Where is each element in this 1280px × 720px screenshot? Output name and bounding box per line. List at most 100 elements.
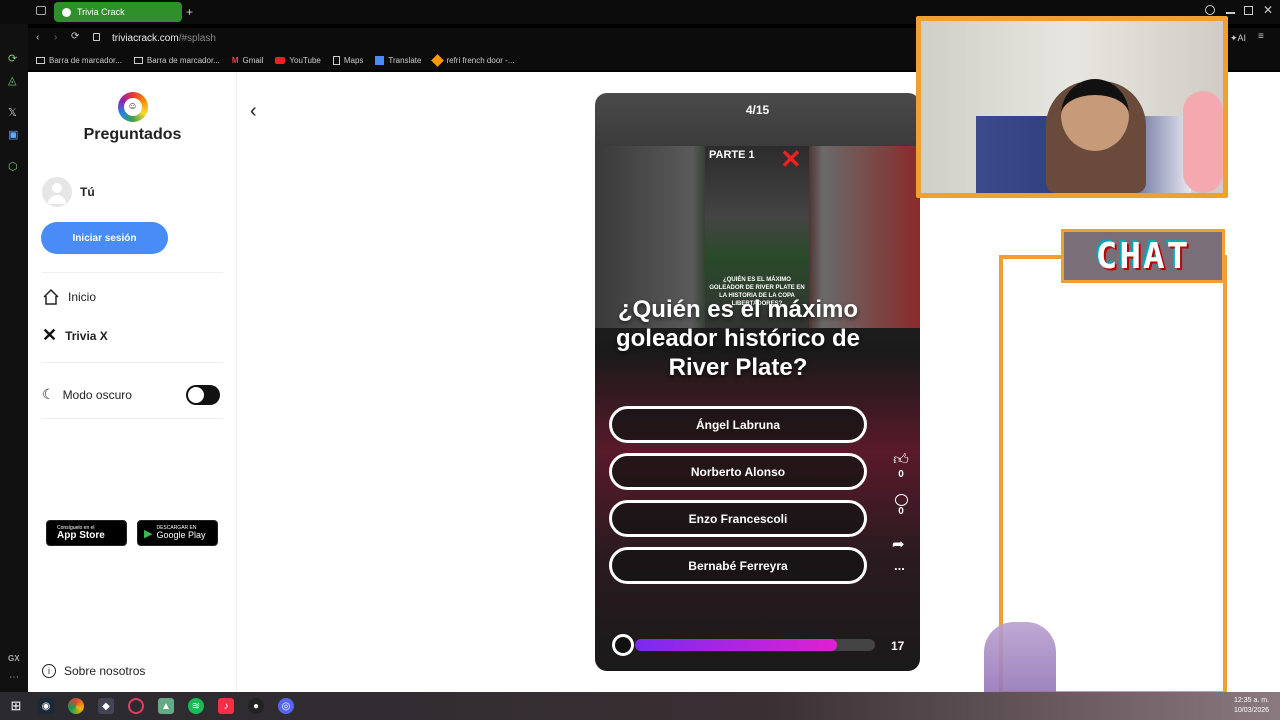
bookmark-label: Maps	[343, 55, 364, 65]
more-side-icon[interactable]: ⋯	[9, 672, 19, 683]
comment-icon	[894, 494, 908, 506]
bookmark-label: Translate	[388, 55, 422, 65]
answer-option[interactable]: Bernabé Ferreyra	[609, 547, 867, 584]
quiz-card: 4/15 PARTE 1 ✕ ¿QUIÉN ES EL MÁXIMO GOLEA…	[595, 93, 920, 671]
bookmark-item[interactable]: YouTube	[275, 55, 321, 65]
steam-icon[interactable]: ◉	[38, 698, 54, 714]
timer-icon	[612, 634, 634, 656]
url-path: /#splash	[178, 33, 216, 44]
user-profile[interactable]: Tú	[42, 177, 95, 207]
refresh-side-icon[interactable]: ⟳	[8, 52, 17, 65]
bookmark-item[interactable]: Barra de marcador...	[36, 56, 122, 65]
preguntados-logo[interactable]: ☺ Preguntados	[28, 92, 237, 144]
app-sidebar: ☺ Preguntados Tú Iniciar sesión Inicio ✕…	[28, 72, 237, 692]
folder-icon	[133, 56, 143, 64]
new-tab-button[interactable]: +	[186, 5, 193, 19]
aria-icon[interactable]: ◬	[8, 74, 16, 87]
about-label: Sobre nosotros	[64, 664, 146, 678]
login-button[interactable]: Iniciar sesión	[41, 222, 168, 254]
answer-option[interactable]: Enzo Francescoli	[609, 500, 867, 537]
reload-icon[interactable]: ⟳	[71, 31, 79, 42]
divider	[42, 272, 223, 273]
more-options-button[interactable]: ...	[894, 558, 905, 573]
answer-option[interactable]: Ángel Labruna	[609, 406, 867, 443]
page-icon	[332, 55, 340, 65]
obs-icon[interactable]: ●	[248, 698, 264, 714]
minimize-icon[interactable]	[1226, 12, 1235, 14]
x-side-icon[interactable]: 𝕏	[8, 106, 17, 119]
comment-button[interactable]: 0	[891, 494, 911, 517]
spotify-icon[interactable]: ≋	[188, 698, 204, 714]
google-play-badge[interactable]: ▶ DESCARGAR EN Google Play	[137, 520, 218, 546]
search-icon[interactable]	[1205, 5, 1215, 15]
tab-favicon-icon	[62, 7, 71, 17]
windows-start-icon[interactable]: ⊞	[8, 698, 24, 714]
like-button[interactable]: 👍︎ 0	[891, 451, 911, 480]
question-text: ¿Quién es el máximo goleador histórico d…	[615, 296, 861, 381]
like-count: 0	[898, 469, 904, 480]
back-chevron-icon[interactable]: ‹	[250, 100, 257, 123]
clock[interactable]: 12:35 a. m. 10/03/2026	[1234, 696, 1269, 716]
image-part-label: PARTE 1	[709, 149, 755, 161]
bookmark-label: refri french door -...	[446, 55, 515, 65]
avatar	[42, 177, 72, 207]
chrome-icon[interactable]	[68, 698, 84, 714]
close-icon[interactable]: ✕	[1263, 3, 1273, 17]
home-icon	[43, 288, 59, 305]
gx-icon[interactable]: GX	[8, 654, 20, 663]
answer-option[interactable]: Norberto Alonso	[609, 453, 867, 490]
tab-trivia-crack[interactable]: Trivia Crack	[54, 2, 182, 22]
folder-icon	[36, 56, 45, 64]
opera-gx-icon[interactable]	[128, 698, 144, 714]
nav-label: Inicio	[68, 290, 97, 304]
play-icon: ▶	[144, 527, 153, 540]
about-link[interactable]: i Sobre nosotros	[42, 664, 145, 678]
nav-item-trivia-x[interactable]: ✕ Trivia X	[42, 325, 108, 346]
info-icon: i	[42, 664, 56, 678]
forward-icon[interactable]: ›	[54, 32, 57, 43]
timer-track	[635, 639, 875, 651]
divider	[42, 362, 223, 363]
x-logo-icon: ✕	[42, 325, 58, 345]
nav-item-inicio[interactable]: Inicio	[42, 288, 96, 306]
moon-icon: ☾	[42, 386, 55, 402]
music-icon[interactable]: ♪	[218, 698, 234, 714]
bookmark-label: YouTube	[289, 55, 321, 65]
bookmark-item[interactable]: Translate	[375, 55, 422, 65]
webcam-head	[1061, 79, 1129, 151]
maximize-icon[interactable]	[1244, 6, 1253, 15]
chat-title-badge: CHAT	[1061, 229, 1225, 283]
dark-mode-label: Modo oscuro	[62, 387, 132, 402]
gmail-icon: M	[231, 55, 239, 65]
divider	[42, 418, 223, 419]
clock-date: 10/03/2026	[1234, 706, 1270, 714]
image-x-mark: ✕	[780, 144, 802, 174]
bookmark-item[interactable]: Barra de marcador...	[133, 55, 220, 65]
menu-icon[interactable]: ≡	[1258, 31, 1264, 42]
game-icon[interactable]: ◎	[278, 698, 294, 714]
timer-seconds: 17	[891, 639, 905, 653]
translate-icon	[375, 55, 385, 65]
google-play-big: Google Play	[156, 530, 206, 540]
dark-mode-toggle[interactable]	[186, 385, 220, 405]
url-field[interactable]: triviacrack.com /#splash	[112, 33, 216, 44]
bookmark-label: Barra de marcador...	[146, 55, 220, 65]
bookmark-item[interactable]: M Gmail	[232, 56, 264, 65]
back-icon[interactable]: ‹	[36, 32, 39, 43]
extensions-side-icon[interactable]: ⬡	[8, 160, 18, 173]
app-icon[interactable]: ◆	[98, 698, 114, 714]
clock-time: 12:35 a. m.	[1234, 697, 1270, 704]
app-store-badge[interactable]: Consíguelo en el App Store	[46, 520, 127, 546]
share-icon[interactable]: ➦	[892, 535, 905, 553]
comment-count: 0	[898, 506, 904, 517]
ai-button[interactable]: ✦AI	[1230, 33, 1246, 44]
brand-name: Preguntados	[83, 126, 182, 143]
bookmark-item[interactable]: Maps	[332, 55, 364, 65]
bookmark-item[interactable]: refri french door -...	[431, 53, 515, 67]
workspace-icon[interactable]: ▣	[8, 128, 18, 141]
lock-icon	[93, 33, 100, 41]
android-icon[interactable]: ▲	[158, 698, 174, 714]
tab-manager-icon[interactable]	[36, 6, 46, 15]
windows-taskbar: ⊞ ◉ ◆ ▲ ≋ ♪ ● ◎ 12:35 a. m. 10/03/2026	[0, 692, 1280, 720]
timer-fill	[635, 639, 837, 651]
